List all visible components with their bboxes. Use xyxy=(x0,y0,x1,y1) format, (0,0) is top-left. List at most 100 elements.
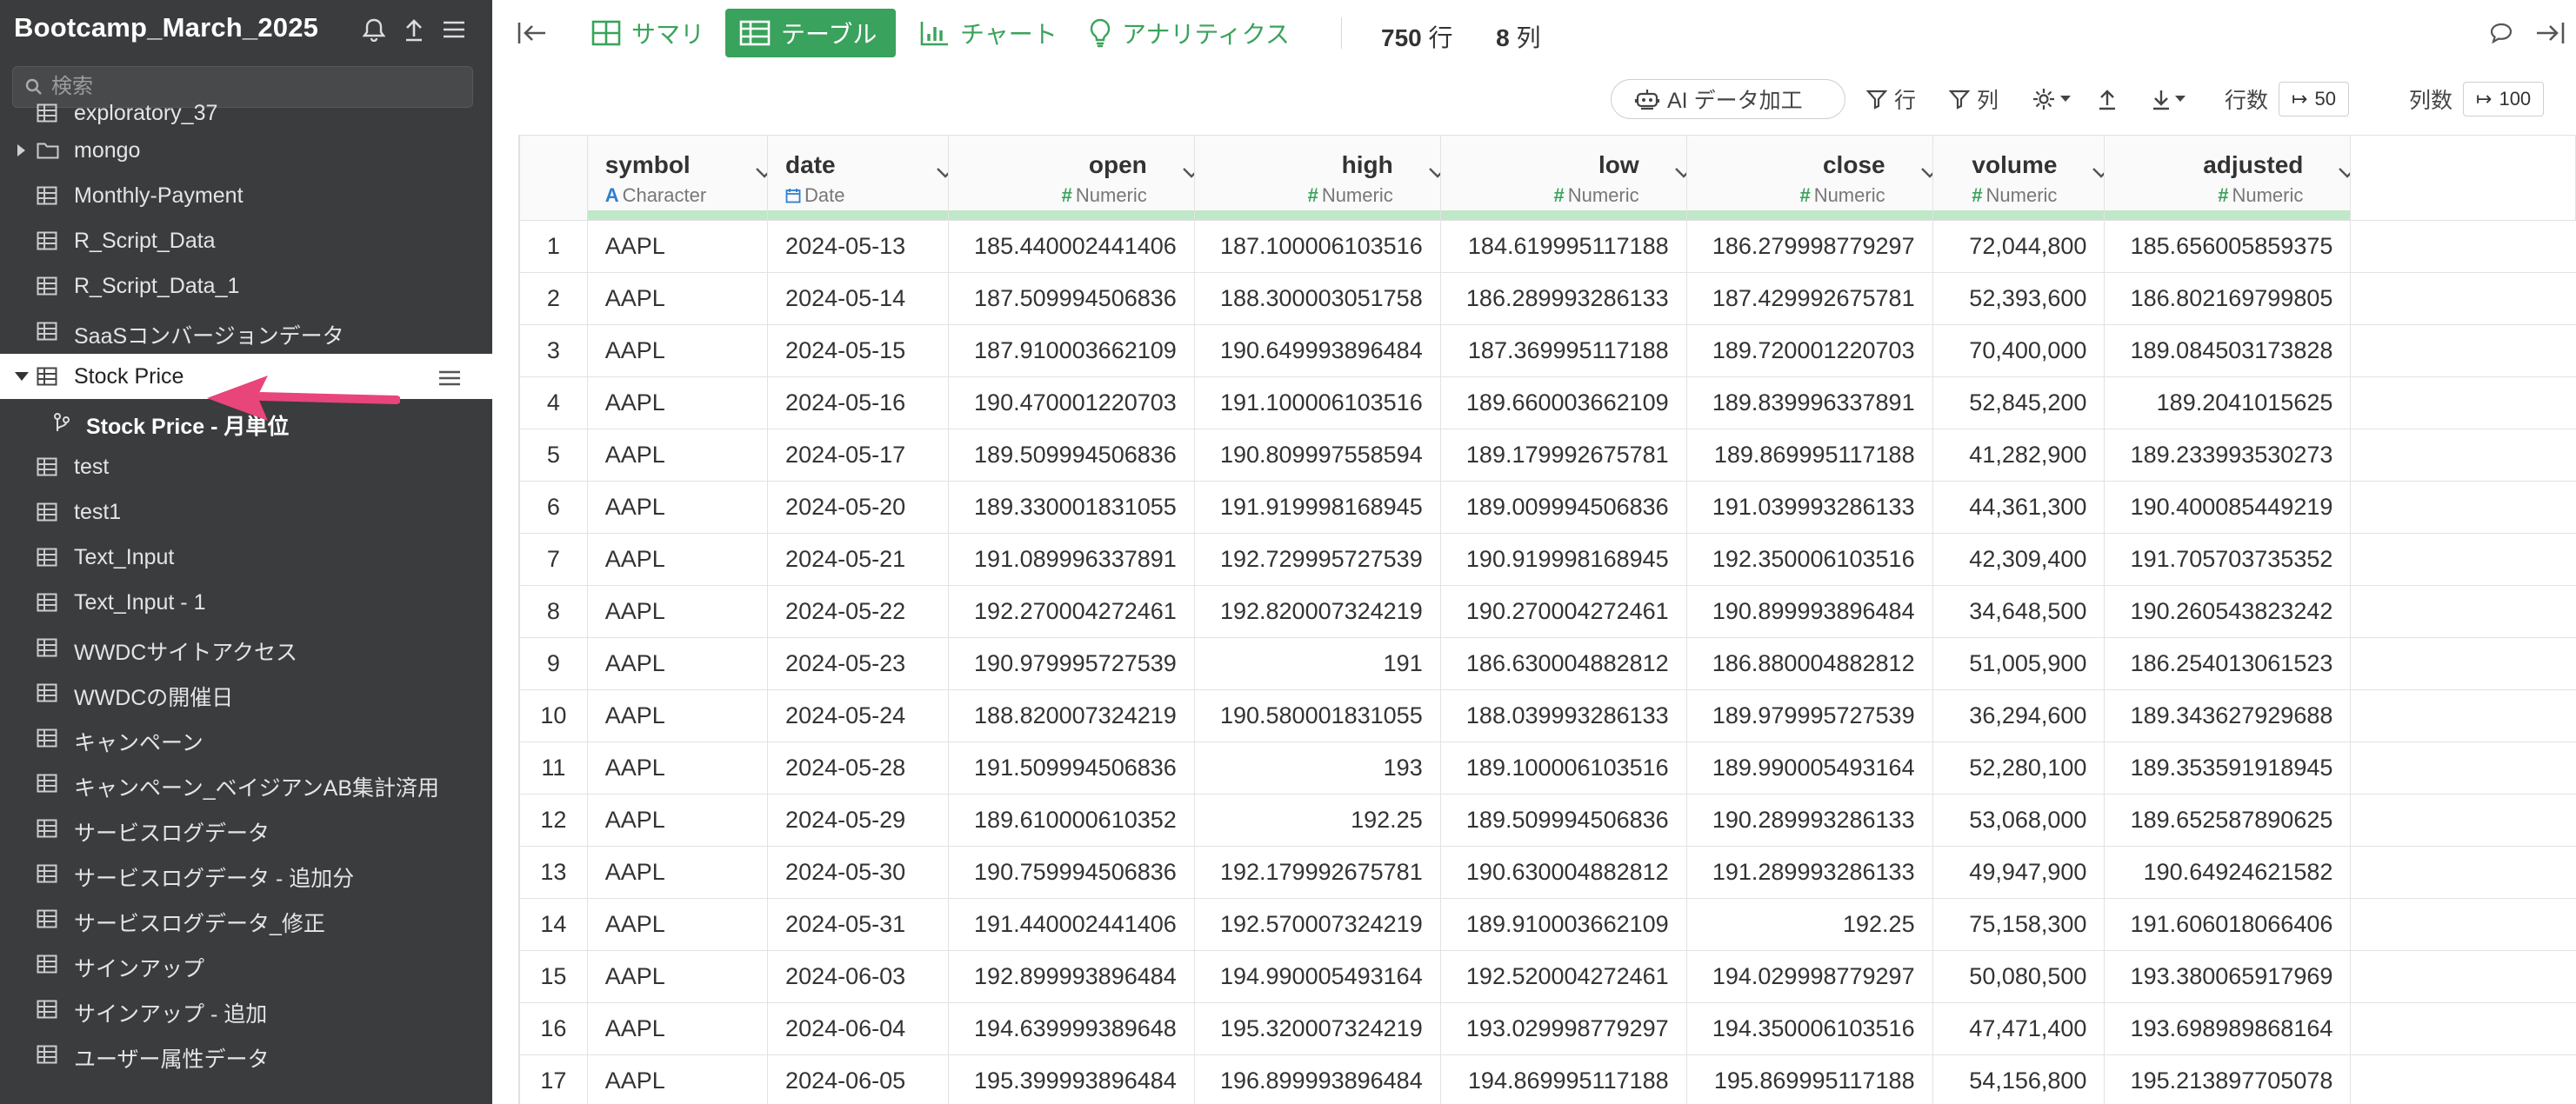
table-cell[interactable]: AAPL xyxy=(586,637,769,690)
table-cell[interactable]: 53,068,000 xyxy=(1932,794,2106,847)
table-cell[interactable]: 193 xyxy=(1193,742,1441,795)
table-cell[interactable]: AAPL xyxy=(586,1054,769,1104)
sidebar-item-test1[interactable]: test1 xyxy=(0,489,492,535)
exit-panel-icon[interactable] xyxy=(2529,9,2571,57)
expand-arrow-icon[interactable] xyxy=(17,144,25,156)
table-cell[interactable]: 186.254013061523 xyxy=(2104,637,2352,690)
row-menu-icon[interactable] xyxy=(438,368,461,386)
table-cell[interactable]: AAPL xyxy=(586,481,769,534)
tab-table[interactable]: テーブル xyxy=(725,9,896,57)
table-cell[interactable]: AAPL xyxy=(586,429,769,482)
table-row[interactable]: 4 AAPL 2024-05-16 190.470001220703 191.10000… xyxy=(519,376,2576,429)
table-cell[interactable]: 189.009994506836 xyxy=(1439,481,1687,534)
table-cell[interactable]: 187.509994506836 xyxy=(947,272,1195,325)
table-cell[interactable]: 2024-06-03 xyxy=(767,950,949,1003)
table-cell[interactable]: 51,005,900 xyxy=(1932,637,2106,690)
table-cell[interactable]: 185.656005859375 xyxy=(2104,220,2352,273)
sidebar-item-mongo[interactable]: mongo xyxy=(0,128,492,173)
table-cell[interactable]: 195.320007324219 xyxy=(1193,1002,1441,1055)
table-row[interactable]: 17 AAPL 2024-06-05 195.399993896484 196.8999… xyxy=(519,1054,2576,1104)
table-cell[interactable]: 189.353591918945 xyxy=(2104,742,2352,795)
column-header-low[interactable]: low # Numeric xyxy=(1439,135,1687,221)
table-cell[interactable]: 186.289993286133 xyxy=(1439,272,1687,325)
table-cell[interactable]: 191 xyxy=(1193,637,1441,690)
table-cell[interactable]: 2024-05-13 xyxy=(767,220,949,273)
table-cell[interactable]: AAPL xyxy=(586,689,769,742)
table-row[interactable]: 13 AAPL 2024-05-30 190.759994506836 192.1799… xyxy=(519,846,2576,899)
sidebar-item-stock-price[interactable]: Stock Price xyxy=(0,354,492,399)
table-cell[interactable]: 187.369995117188 xyxy=(1439,324,1687,377)
table-row[interactable]: 1 AAPL 2024-05-13 185.440002441406 187.10000… xyxy=(519,220,2576,273)
table-cell[interactable]: 192.25 xyxy=(1685,898,1933,951)
table-cell[interactable]: 2024-05-29 xyxy=(767,794,949,847)
table-cell[interactable]: AAPL xyxy=(586,220,769,273)
table-row[interactable]: 16 AAPL 2024-06-04 194.639999389648 195.3200… xyxy=(519,1002,2576,1055)
table-cell[interactable]: 189.179992675781 xyxy=(1439,429,1687,482)
table-cell[interactable]: 189.509994506836 xyxy=(1439,794,1687,847)
table-cell[interactable]: 192.570007324219 xyxy=(1193,898,1441,951)
table-cell[interactable]: 192.820007324219 xyxy=(1193,585,1441,638)
table-cell[interactable]: 2024-05-28 xyxy=(767,742,949,795)
table-cell[interactable]: AAPL xyxy=(586,742,769,795)
sidebar-item-text-input-1[interactable]: Text_Input - 1 xyxy=(0,580,492,625)
table-cell[interactable]: 191.705703735352 xyxy=(2104,533,2352,586)
table-row[interactable]: 12 AAPL 2024-05-29 189.610000610352 192.25 18… xyxy=(519,794,2576,847)
table-cell[interactable]: AAPL xyxy=(586,846,769,899)
table-cell[interactable]: 52,845,200 xyxy=(1932,376,2106,429)
table-cell[interactable]: 189.343627929688 xyxy=(2104,689,2352,742)
tab-summary[interactable]: サマリ xyxy=(577,9,718,57)
column-header-symbol[interactable]: symbol A Character xyxy=(586,135,769,221)
column-header-volume[interactable]: volume # Numeric xyxy=(1932,135,2106,221)
table-cell[interactable]: 72,044,800 xyxy=(1932,220,2106,273)
table-cell[interactable]: 189.610000610352 xyxy=(947,794,1195,847)
table-cell[interactable]: 2024-05-30 xyxy=(767,846,949,899)
table-cell[interactable]: 190.260543823242 xyxy=(2104,585,2352,638)
bell-icon[interactable] xyxy=(360,16,388,43)
table-cell[interactable]: 190.400085449219 xyxy=(2104,481,2352,534)
upload-icon[interactable] xyxy=(400,16,428,43)
table-row[interactable]: 3 AAPL 2024-05-15 187.910003662109 190.64999… xyxy=(519,324,2576,377)
table-cell[interactable]: 188.300003051758 xyxy=(1193,272,1441,325)
sidebar-item-signup-add[interactable]: サインアップ - 追加 xyxy=(0,987,492,1032)
table-cell[interactable]: 189.869995117188 xyxy=(1685,429,1933,482)
table-row[interactable]: 15 AAPL 2024-06-03 192.899993896484 194.9900… xyxy=(519,950,2576,1003)
col-count-input[interactable]: ↦ 100 xyxy=(2463,82,2545,116)
table-row[interactable]: 8 AAPL 2024-05-22 192.270004272461 192.82000… xyxy=(519,585,2576,638)
table-cell[interactable]: 75,158,300 xyxy=(1932,898,2106,951)
sidebar-item-wwdc-dates[interactable]: WWDCの開催日 xyxy=(0,670,492,715)
table-cell[interactable]: AAPL xyxy=(586,794,769,847)
table-cell[interactable]: 190.289993286133 xyxy=(1685,794,1933,847)
table-cell[interactable]: 190.919998168945 xyxy=(1439,533,1687,586)
table-cell[interactable]: 192.270004272461 xyxy=(947,585,1195,638)
table-cell[interactable]: 189.990005493164 xyxy=(1685,742,1933,795)
table-cell[interactable]: 36,294,600 xyxy=(1932,689,2106,742)
sidebar-item-campaign[interactable]: キャンペーン xyxy=(0,715,492,761)
table-row[interactable]: 9 AAPL 2024-05-23 190.979995727539 191 186.63… xyxy=(519,637,2576,690)
table-cell[interactable]: AAPL xyxy=(586,533,769,586)
table-cell[interactable]: 194.350006103516 xyxy=(1685,1002,1933,1055)
column-header-date[interactable]: date Date xyxy=(767,135,949,221)
table-cell[interactable]: 192.899993896484 xyxy=(947,950,1195,1003)
table-cell[interactable]: 193.698989868164 xyxy=(2104,1002,2352,1055)
table-cell[interactable]: 2024-05-21 xyxy=(767,533,949,586)
sidebar-item-service-log[interactable]: サービスログデータ xyxy=(0,806,492,851)
table-cell[interactable]: AAPL xyxy=(586,950,769,1003)
table-cell[interactable]: 34,648,500 xyxy=(1932,585,2106,638)
table-cell[interactable]: 186.630004882812 xyxy=(1439,637,1687,690)
table-cell[interactable]: 188.039993286133 xyxy=(1439,689,1687,742)
table-cell[interactable]: 190.979995727539 xyxy=(947,637,1195,690)
table-cell[interactable]: 191.089996337891 xyxy=(947,533,1195,586)
table-cell[interactable]: 50,080,500 xyxy=(1932,950,2106,1003)
table-row[interactable]: 6 AAPL 2024-05-20 189.330001831055 191.91999… xyxy=(519,481,2576,534)
table-row[interactable]: 5 AAPL 2024-05-17 189.509994506836 190.80999… xyxy=(519,429,2576,482)
table-cell[interactable]: 52,393,600 xyxy=(1932,272,2106,325)
search-input[interactable] xyxy=(51,75,469,99)
table-cell[interactable]: 190.270004272461 xyxy=(1439,585,1687,638)
table-cell[interactable]: 189.720001220703 xyxy=(1685,324,1933,377)
table-cell[interactable]: AAPL xyxy=(586,324,769,377)
table-cell[interactable]: AAPL xyxy=(586,272,769,325)
table-cell[interactable]: 44,361,300 xyxy=(1932,481,2106,534)
table-cell[interactable]: 187.429992675781 xyxy=(1685,272,1933,325)
table-cell[interactable]: 187.100006103516 xyxy=(1193,220,1441,273)
table-cell[interactable]: 2024-05-24 xyxy=(767,689,949,742)
